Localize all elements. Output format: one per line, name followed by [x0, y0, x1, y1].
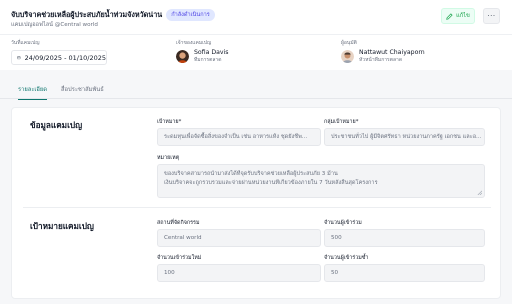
- objective-field[interactable]: ระดมทุนเพื่อจัดซื้อสิ่งของจำเป็น เช่น อา…: [157, 128, 321, 146]
- section-divider: [23, 207, 491, 208]
- owner-role: ทีมการตลาด: [194, 56, 222, 63]
- repeat-participants-field[interactable]: 50: [324, 264, 485, 282]
- new-members-field[interactable]: 100: [157, 264, 321, 282]
- approver-label: ผู้อนุมัติ: [341, 40, 357, 46]
- date-range-value: 24/09/2025 - 01/10/2025: [24, 53, 106, 62]
- owner-label: เจ้าของแคมเปญ: [176, 40, 212, 46]
- owner-name: Sofia Davis: [194, 49, 229, 56]
- campaign-info-title: ข้อมูลแคมเปญ: [30, 120, 83, 130]
- page-title: จับบริจาคช่วยเหลือผู้ประสบภัยน้ำท่วมจังห…: [11, 9, 163, 19]
- objective-label: เป้าหมาย*: [157, 119, 182, 125]
- owner-avatar: [176, 49, 189, 63]
- tab-media[interactable]: สื่อประชาสัมพันธ์: [61, 84, 104, 99]
- approver-person: Nattawut Chaiyaporn หัวหน้าทีมการตลาด: [341, 49, 425, 63]
- target-group-field[interactable]: ประชาชนทั่วไป ผู้มีจิตศรัทธา หน่วยงานภาค…: [324, 128, 485, 146]
- calendar-icon: [17, 56, 21, 60]
- pencil-icon: [446, 12, 453, 20]
- approver-avatar: [341, 49, 354, 63]
- approver-role: หัวหน้าทีมการตลาด: [359, 56, 403, 63]
- campaign-subtitle: แคมเปญออฟไลน์ @Central world: [11, 22, 98, 28]
- new-members-label: จำนวนเข้าร่วมใหม่: [157, 255, 202, 261]
- tab-bar: รายละเอียด สื่อประชาสัมพันธ์: [0, 80, 512, 100]
- status-badge: กำลังดำเนินการ: [166, 9, 215, 21]
- campaign-info-bar: วันที่แคมเปญ 24/09/2025 - 01/10/2025 เจ้…: [0, 34, 512, 70]
- participants-label: จำนวนผู้เข้าร่วม: [324, 220, 362, 226]
- edit-button[interactable]: แก้ไข: [441, 8, 475, 24]
- venue-label: สถานที่จัดกิจกรรม: [157, 220, 200, 226]
- more-options-button[interactable]: ···: [483, 8, 500, 24]
- tab-details[interactable]: รายละเอียด: [18, 84, 48, 100]
- venue-field[interactable]: Central world: [157, 229, 321, 247]
- approver-name: Nattawut Chaiyaporn: [359, 49, 425, 56]
- resize-handle-icon[interactable]: [477, 190, 482, 195]
- owner-person: Sofia Davis ทีมการตลาด: [176, 49, 229, 63]
- participants-field[interactable]: 500: [324, 229, 485, 247]
- repeat-participants-label: จำนวนผู้เข้าร่วมซ้ำ: [324, 255, 369, 261]
- title-row: จับบริจาคช่วยเหลือผู้ประสบภัยน้ำท่วมจังห…: [11, 9, 215, 21]
- edit-button-label: แก้ไข: [456, 13, 470, 19]
- date-label: วันที่แคมเปญ: [11, 40, 40, 46]
- notes-line-1: ของบริจาคสามารถนำมาส่งได้ที่จุดรับบริจาค…: [164, 171, 338, 177]
- target-group-label: กลุ่มเป้าหมาย*: [324, 119, 359, 125]
- campaign-targets-title: เป้าหมายแคมเปญ: [30, 221, 94, 231]
- date-range-display: 24/09/2025 - 01/10/2025: [11, 50, 107, 65]
- page-header: จับบริจาคช่วยเหลือผู้ประสบภัยน้ำท่วมจังห…: [0, 0, 512, 34]
- more-icon: ···: [487, 12, 496, 20]
- notes-textarea[interactable]: ของบริจาคสามารถนำมาส่งได้ที่จุดรับบริจาค…: [157, 164, 485, 198]
- notes-line-2: เงินบริจาคจะถูกรวบรวมและจ่ายผ่านหน่วยงาน…: [164, 179, 378, 186]
- details-card: ข้อมูลแคมเปญ เป้าหมาย* ระดมทุนเพื่อจัดซื…: [11, 107, 501, 299]
- notes-label: หมายเหตุ: [157, 155, 180, 161]
